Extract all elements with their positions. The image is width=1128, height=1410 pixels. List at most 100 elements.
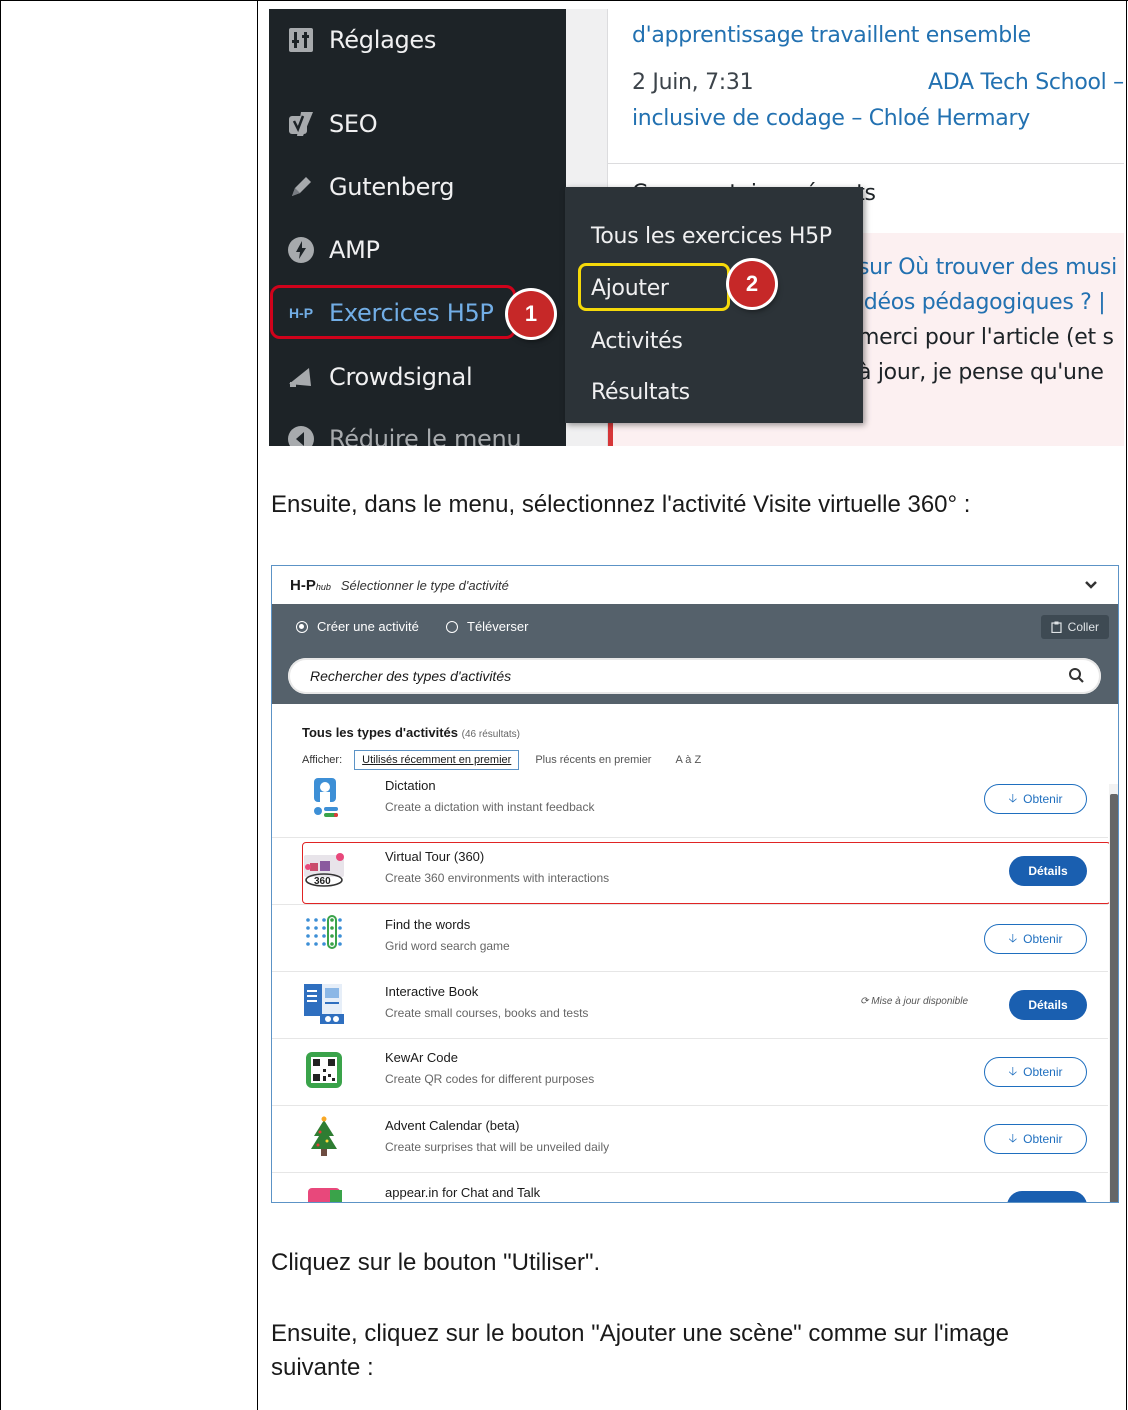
download-arrow-icon: 🡣 xyxy=(1008,930,1018,945)
sort-options: Afficher: Utilisés récemment en premier … xyxy=(302,750,701,770)
search-icon[interactable] xyxy=(1068,667,1085,684)
sidebar-item-crowdsignal[interactable]: Crowdsignal xyxy=(269,352,566,402)
details-button[interactable] xyxy=(1007,1191,1087,1202)
item-title: Advent Calendar (beta) xyxy=(385,1118,520,1133)
interactive-book-icon xyxy=(304,984,344,1024)
h5p-hub-screenshot: H-Phub Sélectionner le type d'activité C… xyxy=(271,565,1119,1203)
sidebar-item-label: Réglages xyxy=(329,26,437,54)
submenu-item-activites[interactable]: Activités xyxy=(591,329,683,354)
activity-link[interactable]: inclusive de codage – Chloé Hermary xyxy=(632,106,1030,131)
item-description: Create QR codes for different purposes xyxy=(385,1072,595,1086)
collapse-icon xyxy=(287,425,315,446)
item-title: Dictation xyxy=(385,778,436,793)
megaphone-icon xyxy=(287,363,315,391)
sidebar-item-seo[interactable]: SEO xyxy=(269,99,566,149)
pencil-icon xyxy=(287,173,315,201)
submenu-item-tous[interactable]: Tous les exercices H5P xyxy=(591,224,832,249)
list-item[interactable]: Find the words Grid word search game 🡣 Ob… xyxy=(272,905,1108,972)
item-title: appear.in for Chat and Talk xyxy=(385,1185,541,1200)
sort-newest[interactable]: Plus récents en premier xyxy=(535,754,651,766)
instruction-text: Cliquez sur le bouton "Utiliser". xyxy=(271,1249,601,1276)
tab-create-activity[interactable]: Créer une activité xyxy=(296,604,419,649)
comment-line: à jour, je pense qu'une xyxy=(858,360,1104,385)
download-arrow-icon: 🡣 xyxy=(1008,790,1018,805)
scrollbar-thumb[interactable] xyxy=(1110,794,1118,1202)
sidebar-item-label: Crowdsignal xyxy=(329,363,473,391)
sidebar-item-gutenberg[interactable]: Gutenberg xyxy=(269,162,566,212)
get-button[interactable]: 🡣 Obtenir xyxy=(984,1057,1087,1087)
christmas-tree-icon xyxy=(311,1116,337,1156)
get-button[interactable]: 🡣 Obtenir xyxy=(984,1124,1087,1154)
list-item[interactable]: Dictation Create a dictation with instan… xyxy=(272,776,1108,838)
hub-tabs: Créer une activité Téléverser Coller xyxy=(272,604,1118,686)
qr-code-icon xyxy=(306,1052,342,1088)
table-border-top xyxy=(0,0,1128,1)
details-button[interactable]: Détails xyxy=(1009,990,1087,1020)
search-input[interactable]: Rechercher des types d'activités xyxy=(288,658,1101,694)
clipboard-icon xyxy=(1051,621,1062,633)
table-border-left xyxy=(0,0,1,1410)
wp-admin-sidebar: Réglages SEO Gutenberg AMP H-P Exercices… xyxy=(269,9,566,446)
activity-date: 2 Juin, 7:31 xyxy=(632,70,754,95)
activity-link[interactable]: d'apprentissage travaillent ensemble xyxy=(632,23,1031,48)
grid-dots-icon xyxy=(306,915,342,949)
sidebar-item-amp[interactable]: AMP xyxy=(269,225,566,275)
results-title: Tous les types d'activités (46 résultats… xyxy=(302,725,521,740)
item-title: Find the words xyxy=(385,917,471,932)
sidebar-item-reglages[interactable]: Réglages xyxy=(269,15,566,65)
settings-icon xyxy=(287,26,315,54)
download-arrow-icon: 🡣 xyxy=(1008,1063,1018,1078)
list-item[interactable]: Interactive Book Create small courses, b… xyxy=(272,972,1108,1039)
comment-line[interactable]: sur Où trouver des musi xyxy=(858,255,1117,280)
sidebar-item-reduire[interactable]: Réduire le menu xyxy=(269,414,566,446)
sidebar-item-label: SEO xyxy=(329,110,378,138)
item-description: Create small courses, books and tests xyxy=(385,1006,589,1020)
sidebar-item-label: Réduire le menu xyxy=(329,425,522,446)
step-badge-1: 1 xyxy=(508,291,554,337)
paste-button[interactable]: Coller xyxy=(1040,615,1109,639)
search-placeholder: Rechercher des types d'activités xyxy=(310,668,512,684)
instruction-text: Ensuite, dans le menu, sélectionnez l'ac… xyxy=(271,491,971,518)
comment-line: merci pour l'article (et s xyxy=(858,325,1114,350)
get-button[interactable]: 🡣 Obtenir xyxy=(984,924,1087,954)
activity-link[interactable]: ADA Tech School – xyxy=(928,70,1124,95)
paste-label: Coller xyxy=(1067,620,1099,634)
comment-line[interactable]: idéos pédagogiques ? | xyxy=(858,290,1106,315)
sidebar-item-label: AMP xyxy=(329,236,380,264)
item-title: KewAr Code xyxy=(385,1050,458,1065)
list-item[interactable]: Advent Calendar (beta) Create surprises … xyxy=(272,1106,1108,1173)
chat-icon xyxy=(308,1188,342,1202)
scrollbar[interactable] xyxy=(1109,784,1118,1202)
tab-label: Téléverser xyxy=(467,619,529,634)
list-item[interactable]: appear.in for Chat and Talk xyxy=(272,1173,1108,1202)
chevron-down-icon[interactable] xyxy=(1084,578,1098,592)
table-border-right xyxy=(1126,0,1127,1410)
hub-header[interactable]: H-Phub Sélectionner le type d'activité xyxy=(272,566,1118,604)
h5p-hub-logo: H-Phub xyxy=(290,576,331,594)
item-title: Interactive Book xyxy=(385,984,479,999)
tab-upload[interactable]: Téléverser xyxy=(446,604,528,649)
highlight-box-virtual-tour xyxy=(302,842,1111,904)
dictation-icon xyxy=(314,778,338,817)
instruction-text: Ensuite, cliquez sur le bouton "Ajouter … xyxy=(271,1320,1009,1347)
radio-icon xyxy=(446,620,458,633)
list-item[interactable]: KewAr Code Create QR codes for different… xyxy=(272,1039,1108,1106)
tab-label: Créer une activité xyxy=(317,619,419,634)
hub-title: Sélectionner le type d'activité xyxy=(340,577,509,593)
yoast-icon xyxy=(287,110,315,138)
step-badge-2: 2 xyxy=(729,261,775,307)
item-description: Grid word search game xyxy=(385,939,510,953)
radio-selected-icon xyxy=(296,620,308,633)
highlight-box-step-1 xyxy=(270,285,516,339)
get-button[interactable]: 🡣 Obtenir xyxy=(984,784,1087,814)
item-description: Create surprises that will be unveiled d… xyxy=(385,1140,610,1154)
results-header: Tous les types d'activités (46 résultats… xyxy=(272,704,1118,776)
highlight-box-step-2 xyxy=(578,263,730,311)
update-available-label: ⟳ Mise à jour disponible xyxy=(860,996,968,1007)
h5p-submenu: Tous les exercices H5P Ajouter 2 Activit… xyxy=(565,187,863,423)
sort-alpha[interactable]: A à Z xyxy=(675,754,701,766)
sort-recent-used[interactable]: Utilisés récemment en premier xyxy=(354,750,520,770)
sidebar-item-label: Gutenberg xyxy=(329,173,455,201)
download-arrow-icon: 🡣 xyxy=(1008,1130,1018,1145)
submenu-item-resultats[interactable]: Résultats xyxy=(591,380,690,405)
